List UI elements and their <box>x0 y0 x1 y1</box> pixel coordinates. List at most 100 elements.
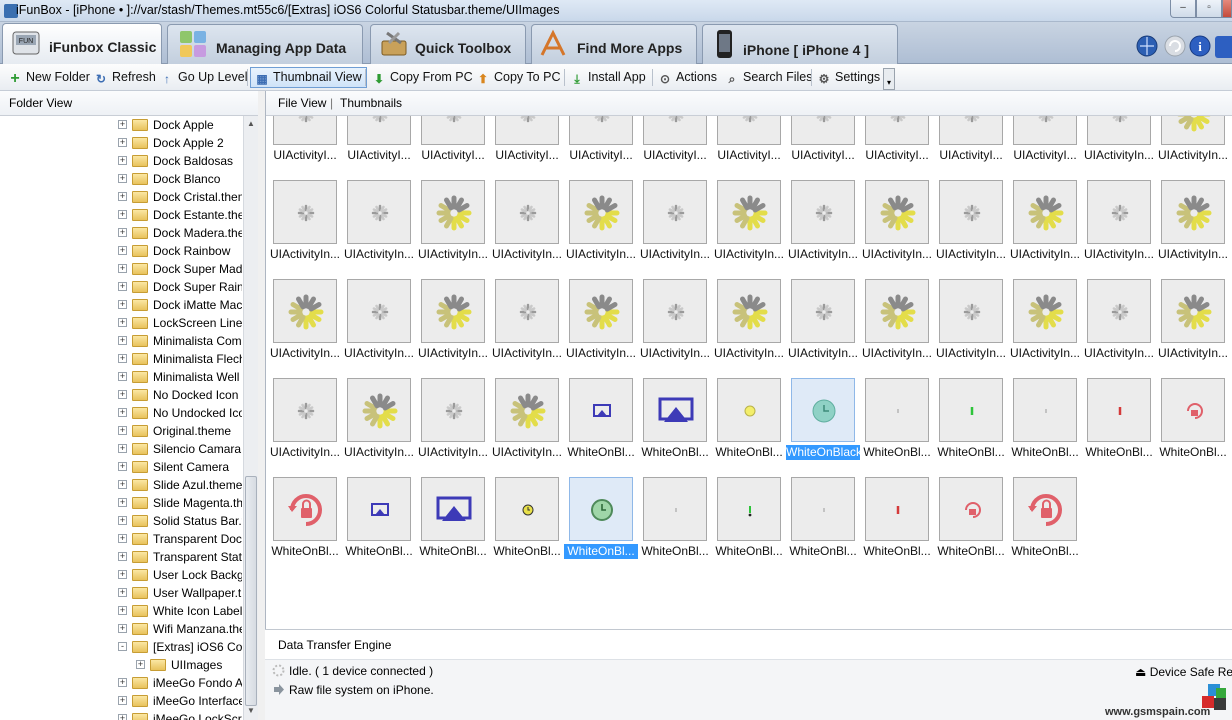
thumbnail-image[interactable] <box>1013 477 1077 541</box>
new-folder-button[interactable]: + New Folder <box>8 67 90 88</box>
thumbnail-image[interactable] <box>791 279 855 343</box>
thumbnail-item[interactable]: UIActivityIn... <box>1158 116 1228 165</box>
thumbnail-image[interactable] <box>643 116 707 145</box>
thumbnail-item[interactable]: UIActivityI... <box>344 116 414 165</box>
thumbnail-image[interactable] <box>865 477 929 541</box>
expander-icon[interactable]: + <box>118 444 127 453</box>
thumbnail-item[interactable]: WhiteOnBl... <box>492 477 562 561</box>
thumbnail-item[interactable]: UIActivityIn... <box>936 180 1006 264</box>
thumbnail-item[interactable]: UIActivityIn... <box>492 180 562 264</box>
thumbnail-image[interactable] <box>865 180 929 244</box>
thumbnail-image[interactable] <box>569 477 633 541</box>
thumbnail-image[interactable] <box>421 378 485 442</box>
minimize-button[interactable]: – <box>1170 0 1196 18</box>
expander-icon[interactable]: + <box>118 588 127 597</box>
expander-icon[interactable]: + <box>118 480 127 489</box>
expander-icon[interactable]: + <box>118 318 127 327</box>
thumbnail-image[interactable] <box>939 180 1003 244</box>
expander-icon[interactable]: + <box>118 678 127 687</box>
expander-icon[interactable]: + <box>118 534 127 543</box>
thumbnail-item[interactable]: WhiteOnBl... <box>1158 378 1228 462</box>
tab-ifunbox-classic[interactable]: FUN iFunbox Classic <box>2 23 162 64</box>
thumbnail-image[interactable] <box>939 116 1003 145</box>
thumbnail-item[interactable]: WhiteOnBl... <box>640 477 710 561</box>
thumbnail-image[interactable] <box>1161 279 1225 343</box>
thumbnail-image[interactable] <box>421 116 485 145</box>
tab-iphone-device[interactable]: iPhone [ iPhone 4 ] <box>702 24 898 64</box>
thumbnail-view-button[interactable]: ▦ Thumbnail View <box>250 67 367 88</box>
thumbnail-item[interactable]: WhiteOnBl... <box>862 378 932 462</box>
thumbnail-image[interactable] <box>717 116 781 145</box>
thumbnail-image[interactable] <box>1013 180 1077 244</box>
expander-icon[interactable]: + <box>118 300 127 309</box>
expander-icon[interactable]: + <box>118 372 127 381</box>
actions-button[interactable]: ⊙ Actions <box>658 67 717 88</box>
thumbnail-image[interactable] <box>1161 378 1225 442</box>
thumbnail-item[interactable]: UIActivityIn... <box>344 279 414 363</box>
device-safe-remove-button[interactable]: ⏏ Device Safe Remove <box>1135 665 1232 679</box>
thumbnail-image[interactable] <box>717 378 781 442</box>
thumbnail-image[interactable] <box>273 378 337 442</box>
thumbnail-image[interactable] <box>791 180 855 244</box>
thumbnail-item[interactable]: WhiteOnBl... <box>564 477 638 561</box>
thumbnail-item[interactable]: UIActivityIn... <box>1158 279 1228 363</box>
thumbnail-image[interactable] <box>1087 116 1151 145</box>
extra-tab-edge[interactable] <box>1215 36 1232 58</box>
thumbnail-item[interactable]: UIActivityI... <box>1010 116 1080 165</box>
thumbnail-image[interactable] <box>347 279 411 343</box>
thumbnail-item[interactable]: UIActivityIn... <box>418 279 488 363</box>
thumbnail-item[interactable]: WhiteOnBl... <box>270 477 340 561</box>
thumbnail-image[interactable] <box>1087 180 1151 244</box>
scroll-down-arrow-icon[interactable]: ▼ <box>247 706 255 715</box>
thumbnail-image[interactable] <box>643 180 707 244</box>
toolbar-overflow-chevron-icon[interactable]: ▾ <box>883 68 895 90</box>
thumbnail-image[interactable] <box>569 279 633 343</box>
expander-icon[interactable]: + <box>118 282 127 291</box>
thumbnail-item[interactable]: WhiteOnBl... <box>862 477 932 561</box>
expander-icon[interactable]: + <box>118 192 127 201</box>
thumbnail-image[interactable] <box>717 477 781 541</box>
thumbnail-item[interactable]: UIActivityIn... <box>566 279 636 363</box>
thumbnail-item[interactable]: WhiteOnBl... <box>788 477 858 561</box>
thumbnail-item[interactable]: UIActivityIn... <box>492 279 562 363</box>
scroll-up-arrow-icon[interactable]: ▲ <box>247 119 255 128</box>
expander-icon[interactable]: + <box>118 714 127 720</box>
thumbnail-image[interactable] <box>643 279 707 343</box>
thumbnail-item[interactable]: WhiteOnBl... <box>1010 477 1080 561</box>
thumbnail-item[interactable]: UIActivityI... <box>788 116 858 165</box>
thumbnail-item[interactable]: UIActivityIn... <box>936 279 1006 363</box>
thumbnail-item[interactable]: WhiteOnBl... <box>936 378 1006 462</box>
thumbnail-image[interactable] <box>1087 279 1151 343</box>
thumbnail-item[interactable]: UIActivityIn... <box>344 378 414 462</box>
thumbnail-item[interactable]: WhiteOnBl... <box>714 378 784 462</box>
thumbnail-item[interactable]: UIActivityIn... <box>714 180 784 264</box>
thumbnail-image[interactable] <box>791 477 855 541</box>
thumbnail-item[interactable]: WhiteOnBl... <box>936 477 1006 561</box>
expander-icon[interactable]: - <box>118 642 127 651</box>
info-icon[interactable]: i <box>1189 35 1211 57</box>
thumbnail-item[interactable]: UIActivityI... <box>714 116 784 165</box>
globe-icon[interactable] <box>1136 35 1158 57</box>
thumbnail-item[interactable]: WhiteOnBl... <box>566 378 636 462</box>
copy-to-pc-button[interactable]: ⬆ Copy To PC <box>476 67 561 88</box>
thumbnail-item[interactable]: UIActivityIn... <box>418 180 488 264</box>
thumbnail-image[interactable] <box>273 180 337 244</box>
expander-icon[interactable]: + <box>118 138 127 147</box>
expander-icon[interactable]: + <box>118 228 127 237</box>
thumbnail-item[interactable]: WhiteOnBl... <box>714 477 784 561</box>
thumbnail-item[interactable]: UIActivityIn... <box>1158 180 1228 264</box>
expander-icon[interactable]: + <box>118 156 127 165</box>
thumbnail-item[interactable]: WhiteOnBl... <box>418 477 488 561</box>
thumbnail-item[interactable]: UIActivityI... <box>418 116 488 165</box>
thumbnail-item[interactable]: UIActivityIn... <box>270 180 340 264</box>
thumbnail-item[interactable]: UIActivityI... <box>492 116 562 165</box>
tab-managing-app-data[interactable]: Managing App Data <box>167 24 363 64</box>
thumbnail-image[interactable] <box>495 477 559 541</box>
expander-icon[interactable]: + <box>118 246 127 255</box>
thumbnail-item[interactable]: UIActivityI... <box>936 116 1006 165</box>
thumbnail-item[interactable]: UIActivityI... <box>862 116 932 165</box>
thumbnail-item[interactable]: WhiteOnBl... <box>1084 378 1154 462</box>
expander-icon[interactable]: + <box>118 516 127 525</box>
thumbnail-image[interactable] <box>939 477 1003 541</box>
thumbnail-item[interactable]: UIActivityIn... <box>1084 116 1154 165</box>
